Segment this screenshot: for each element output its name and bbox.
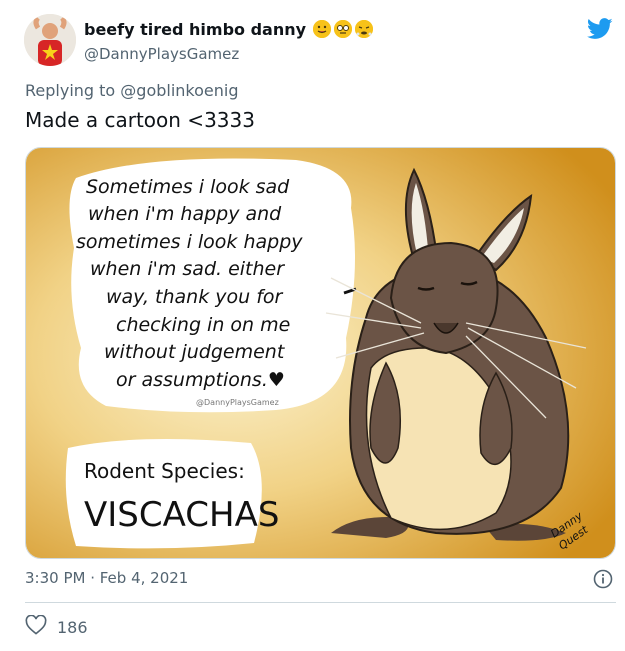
- steaming-face-icon: [355, 20, 373, 38]
- reply-mention-link[interactable]: @goblinkoenig: [120, 81, 238, 100]
- tweet-card: beefy tired himbo danny @DannyPlaysGamez…: [0, 0, 625, 651]
- tweet-media-image[interactable]: Sometimes i look sad when i'm happy and …: [25, 147, 616, 559]
- speech-line-4: when i'm sad. either: [90, 258, 285, 280]
- speech-line-6: checking in on me: [116, 314, 290, 336]
- user-handle[interactable]: @DannyPlaysGamez: [84, 45, 239, 63]
- speech-line-1: Sometimes i look sad: [86, 176, 290, 198]
- speech-line-7: without judgement: [104, 341, 286, 363]
- face-with-tongue-icon: [313, 20, 331, 38]
- tweet-text: Made a cartoon <3333: [25, 108, 255, 132]
- replying-prefix: Replying to: [25, 81, 121, 100]
- speech-line-3: sometimes i look happy: [76, 231, 303, 253]
- species-name: VISCACHAS: [84, 495, 279, 535]
- speech-line-5: way, thank you for: [106, 286, 284, 308]
- species-label: Rodent Species:: [84, 459, 245, 483]
- speech-line-8: or assumptions.♥: [116, 369, 285, 391]
- replying-to: Replying to @goblinkoenig: [25, 81, 239, 100]
- name-emojis: [313, 20, 373, 38]
- speech-line-2: when i'm happy and: [88, 203, 282, 225]
- avatar[interactable]: [24, 14, 76, 66]
- divider: [25, 602, 616, 603]
- species-label-box: Rodent Species: VISCACHAS: [65, 439, 279, 549]
- nerd-face-icon: [334, 20, 352, 38]
- tweet-timestamp[interactable]: 3:30 PM · Feb 4, 2021: [25, 569, 188, 587]
- display-name[interactable]: beefy tired himbo danny: [84, 20, 306, 39]
- like-action[interactable]: 186: [25, 614, 88, 639]
- info-icon[interactable]: [593, 569, 613, 589]
- heart-icon[interactable]: [25, 614, 47, 639]
- watermark: @DannyPlaysGamez: [196, 398, 279, 407]
- twitter-bird-icon[interactable]: [586, 18, 613, 40]
- like-count: 186: [57, 617, 88, 637]
